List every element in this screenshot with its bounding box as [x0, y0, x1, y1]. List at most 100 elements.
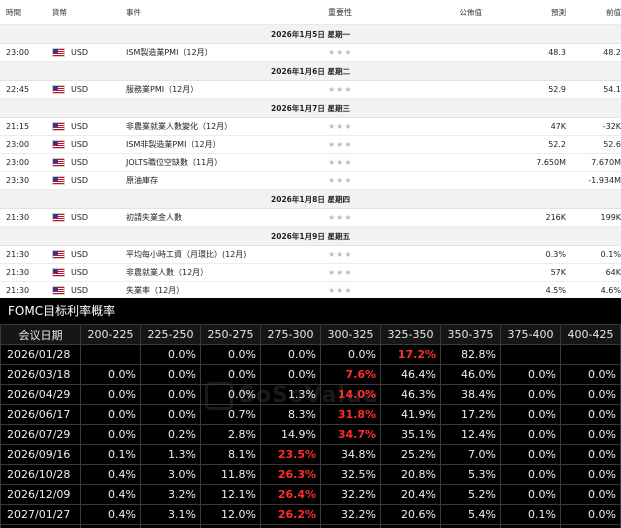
probability-cell: 0.0% [200, 344, 261, 365]
probability-cell: 0.0% [80, 424, 141, 445]
calendar-row[interactable]: 22:45 USD 服務業PMI（12月） ★★★ 52.9 54.1 [0, 81, 621, 99]
header-importance: 重要性 [328, 7, 352, 17]
probability-cell: 0.0% [560, 424, 621, 445]
event-name[interactable]: ISM非製造業PMI（12月） [122, 139, 326, 150]
probability-cell: 0.1% [80, 444, 141, 465]
header-event: 事件 [126, 7, 141, 17]
importance-stars-icon: ★★★ [328, 140, 353, 149]
economic-calendar: 時間 貨幣 事件 重要性 公佈值 預測 前值 2026年1月5日 星期一 23:0… [0, 0, 621, 298]
probability-cell: 46.0% [440, 364, 501, 385]
event-time: 22:45 [6, 85, 30, 94]
event-currency: USD [48, 122, 122, 131]
event-currency: USD [48, 140, 122, 149]
event-time: 21:30 [6, 286, 30, 295]
event-forecast: 7.650M [536, 158, 566, 167]
probability-cell: 0.0% [200, 364, 261, 385]
event-time: 21:30 [6, 250, 30, 259]
event-previous: 7.670M [591, 158, 621, 167]
calendar-row[interactable]: 21:15 USD 非農業就業人數變化（12月） ★★★ 47K -32K [0, 118, 621, 136]
calendar-row[interactable]: 23:00 USD JOLTS職位空缺數（11月） ★★★ 7.650M 7.670M [0, 154, 621, 172]
meeting-date-cell: 2026/06/17 [0, 404, 81, 425]
probability-cell: 0.4% [80, 484, 141, 505]
fomc-title: FOMC目标利率概率 [8, 304, 116, 318]
max-probability-cell: 31.8% [320, 404, 381, 425]
probability-cell: 32.2% [320, 484, 381, 505]
currency-code: USD [71, 158, 89, 167]
event-name[interactable]: 服務業PMI（12月） [122, 84, 326, 95]
probability-cell: 8.3% [260, 404, 321, 425]
event-forecast: 0.3% [545, 250, 566, 259]
us-flag-icon [52, 213, 65, 222]
date-separator: 2026年1月6日 星期二 [0, 62, 621, 81]
currency-code: USD [71, 176, 89, 185]
probability-cell: 17.2% [440, 404, 501, 425]
table-row: 2026/04/29 0.0% 0.0% 0.0% 1.3% 14.0% 46.3% 38.4… [0, 384, 621, 405]
probability-cell: 32.2% [320, 504, 381, 525]
meeting-date-cell: 2026/03/18 [0, 364, 81, 385]
table-row: 2026/07/29 0.0% 0.2% 2.8% 14.9% 34.7% 35.1% 12.… [0, 424, 621, 445]
event-time: 21:30 [6, 213, 30, 222]
event-name[interactable]: 平均每小時工資（月環比）(12月) [122, 249, 326, 260]
probability-cell: 0.0% [560, 444, 621, 465]
event-name[interactable]: JOLTS職位空缺數（11月） [122, 157, 326, 168]
probability-cell [560, 344, 621, 365]
us-flag-icon [52, 122, 65, 131]
probability-cell: 0.0% [140, 384, 201, 405]
column-rate-range: 275-300 [260, 324, 321, 345]
calendar-row[interactable]: 23:00 USD ISM非製造業PMI（12月） ★★★ 52.2 52.6 [0, 136, 621, 154]
probability-cell: 8.1% [200, 444, 261, 465]
event-forecast: 52.9 [548, 85, 566, 94]
importance-stars-icon: ★★★ [328, 250, 353, 259]
event-previous: 52.6 [603, 140, 621, 149]
probability-cell: 0.0% [500, 364, 561, 385]
column-rate-range: 300-325 [320, 324, 381, 345]
us-flag-icon [52, 268, 65, 277]
max-probability-cell: 7.6% [320, 364, 381, 385]
calendar-row[interactable]: 23:30 USD 原油庫存 ★★★ -1.934M [0, 172, 621, 190]
currency-code: USD [71, 122, 89, 131]
probability-cell: 32.5% [320, 464, 381, 485]
event-name[interactable]: 非農業就業人數變化（12月） [122, 121, 326, 132]
event-previous: 4.6% [600, 286, 621, 295]
probability-cell: 0.0% [140, 364, 201, 385]
max-probability-cell: 26.3% [260, 464, 321, 485]
probability-cell: 3.8% [140, 524, 201, 528]
probability-cell: 0.0% [80, 404, 141, 425]
date-separator: 2026年1月8日 星期四 [0, 190, 621, 209]
us-flag-icon [52, 286, 65, 295]
event-name[interactable]: ISM製造業PMI（12月） [122, 47, 326, 58]
event-name[interactable]: 原油庫存 [122, 175, 326, 186]
event-previous: 54.1 [603, 85, 621, 94]
event-currency: USD [48, 176, 122, 185]
calendar-row[interactable]: 21:30 USD 平均每小時工資（月環比）(12月) ★★★ 0.3% 0.1% [0, 246, 621, 264]
calendar-row[interactable]: 21:30 USD 初請失業金人數 ★★★ 216K 199K [0, 209, 621, 227]
calendar-row[interactable]: 21:30 USD 失業率（12月） ★★★ 4.5% 4.6% [0, 282, 621, 298]
importance-stars-icon: ★★★ [328, 158, 353, 167]
probability-cell: 41.9% [380, 404, 441, 425]
calendar-row[interactable]: 21:30 USD 非農就業人數（12月） ★★★ 57K 64K [0, 264, 621, 282]
probability-cell: 20.4% [380, 484, 441, 505]
date-separator: 2026年1月5日 星期一 [0, 25, 621, 44]
max-probability-cell: 26.6% [260, 524, 321, 528]
table-row: 2026/10/28 0.4% 3.0% 11.8% 26.3% 32.5% 20.8% 5.… [0, 464, 621, 485]
event-name[interactable]: 失業率（12月） [122, 285, 326, 296]
event-name[interactable]: 初請失業金人數 [122, 212, 326, 223]
probability-cell: 20.6% [380, 504, 441, 525]
calendar-row[interactable]: 23:00 USD ISM製造業PMI（12月） ★★★ 48.3 48.2 [0, 44, 621, 62]
probability-cell: 0.0% [80, 384, 141, 405]
header-forecast: 預測 [551, 7, 566, 17]
probability-cell: 7.0% [440, 444, 501, 465]
probability-cell: 11.8% [200, 464, 261, 485]
event-previous: -1.934M [588, 176, 621, 185]
event-name[interactable]: 非農就業人數（12月） [122, 267, 326, 278]
event-currency: USD [48, 213, 122, 222]
table-row: 2026/06/17 0.0% 0.0% 0.7% 8.3% 31.8% 41.9% 17.2… [0, 404, 621, 425]
importance-stars-icon: ★★★ [328, 268, 353, 277]
probability-cell: 0.0% [560, 484, 621, 505]
probability-cell: 3.1% [140, 504, 201, 525]
column-rate-range: 225-250 [140, 324, 201, 345]
event-time: 23:30 [6, 176, 30, 185]
max-probability-cell: 26.2% [260, 504, 321, 525]
us-flag-icon [52, 140, 65, 149]
probability-cell: 0.0% [560, 464, 621, 485]
